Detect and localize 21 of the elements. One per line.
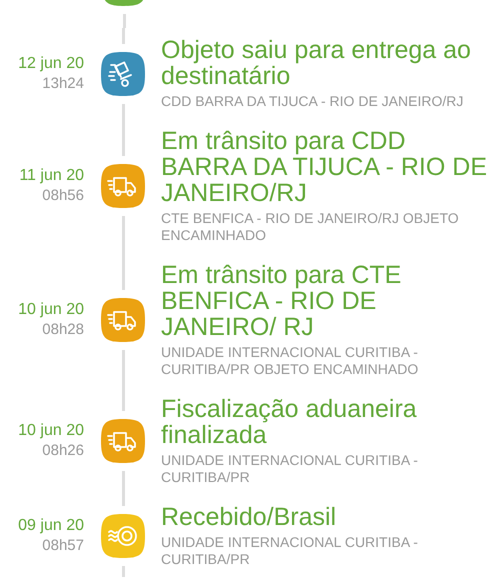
- event-location: UNIDADE INTERNACIONAL CURITIBA - CURITIBA/PR OBJETO ENCAMINHADO: [161, 344, 420, 378]
- event-date: 11 jun 20: [19, 166, 84, 186]
- event-time: 08h56: [42, 186, 84, 206]
- event-title: Em trânsito para CDD BARRA DA TIJUCA - RIO DE JANEIRO/RJ: [161, 128, 488, 206]
- event-title: Objeto saiu para entrega ao destinatário: [161, 37, 472, 89]
- event-time: 08h28: [42, 320, 84, 340]
- event-location: CDD BARRA DA TIJUCA - RIO DE JANEIRO/RJ: [161, 93, 464, 110]
- event-time: 08h26: [42, 441, 84, 461]
- event-location: UNIDADE INTERNACIONAL CURITIBA - CURITIBA/PR: [161, 534, 419, 568]
- event-time: 08h57: [42, 536, 84, 556]
- status-icon: [102, 0, 146, 6]
- event-time: 13h24: [42, 74, 84, 94]
- event-date: 10 jun 20: [18, 421, 84, 441]
- event-location: CTE BENFICA - RIO DE JANEIRO/RJ OBJETO ENCAMINHADO: [161, 210, 460, 244]
- event-title: Fiscalização aduaneira finalizada: [161, 396, 418, 448]
- event-title: Em trânsito para CTE BENFICA - RIO DE JANEIRO/ RJ: [161, 262, 402, 340]
- event-date: 12 jun 20: [18, 54, 84, 74]
- event-location: UNIDADE INTERNACIONAL CURITIBA - CURITIBA/PR: [161, 452, 419, 486]
- event-date: 10 jun 20: [18, 300, 84, 320]
- event-date: 09 jun 20: [18, 516, 84, 536]
- event-title: Recebido/Brasil: [161, 504, 338, 530]
